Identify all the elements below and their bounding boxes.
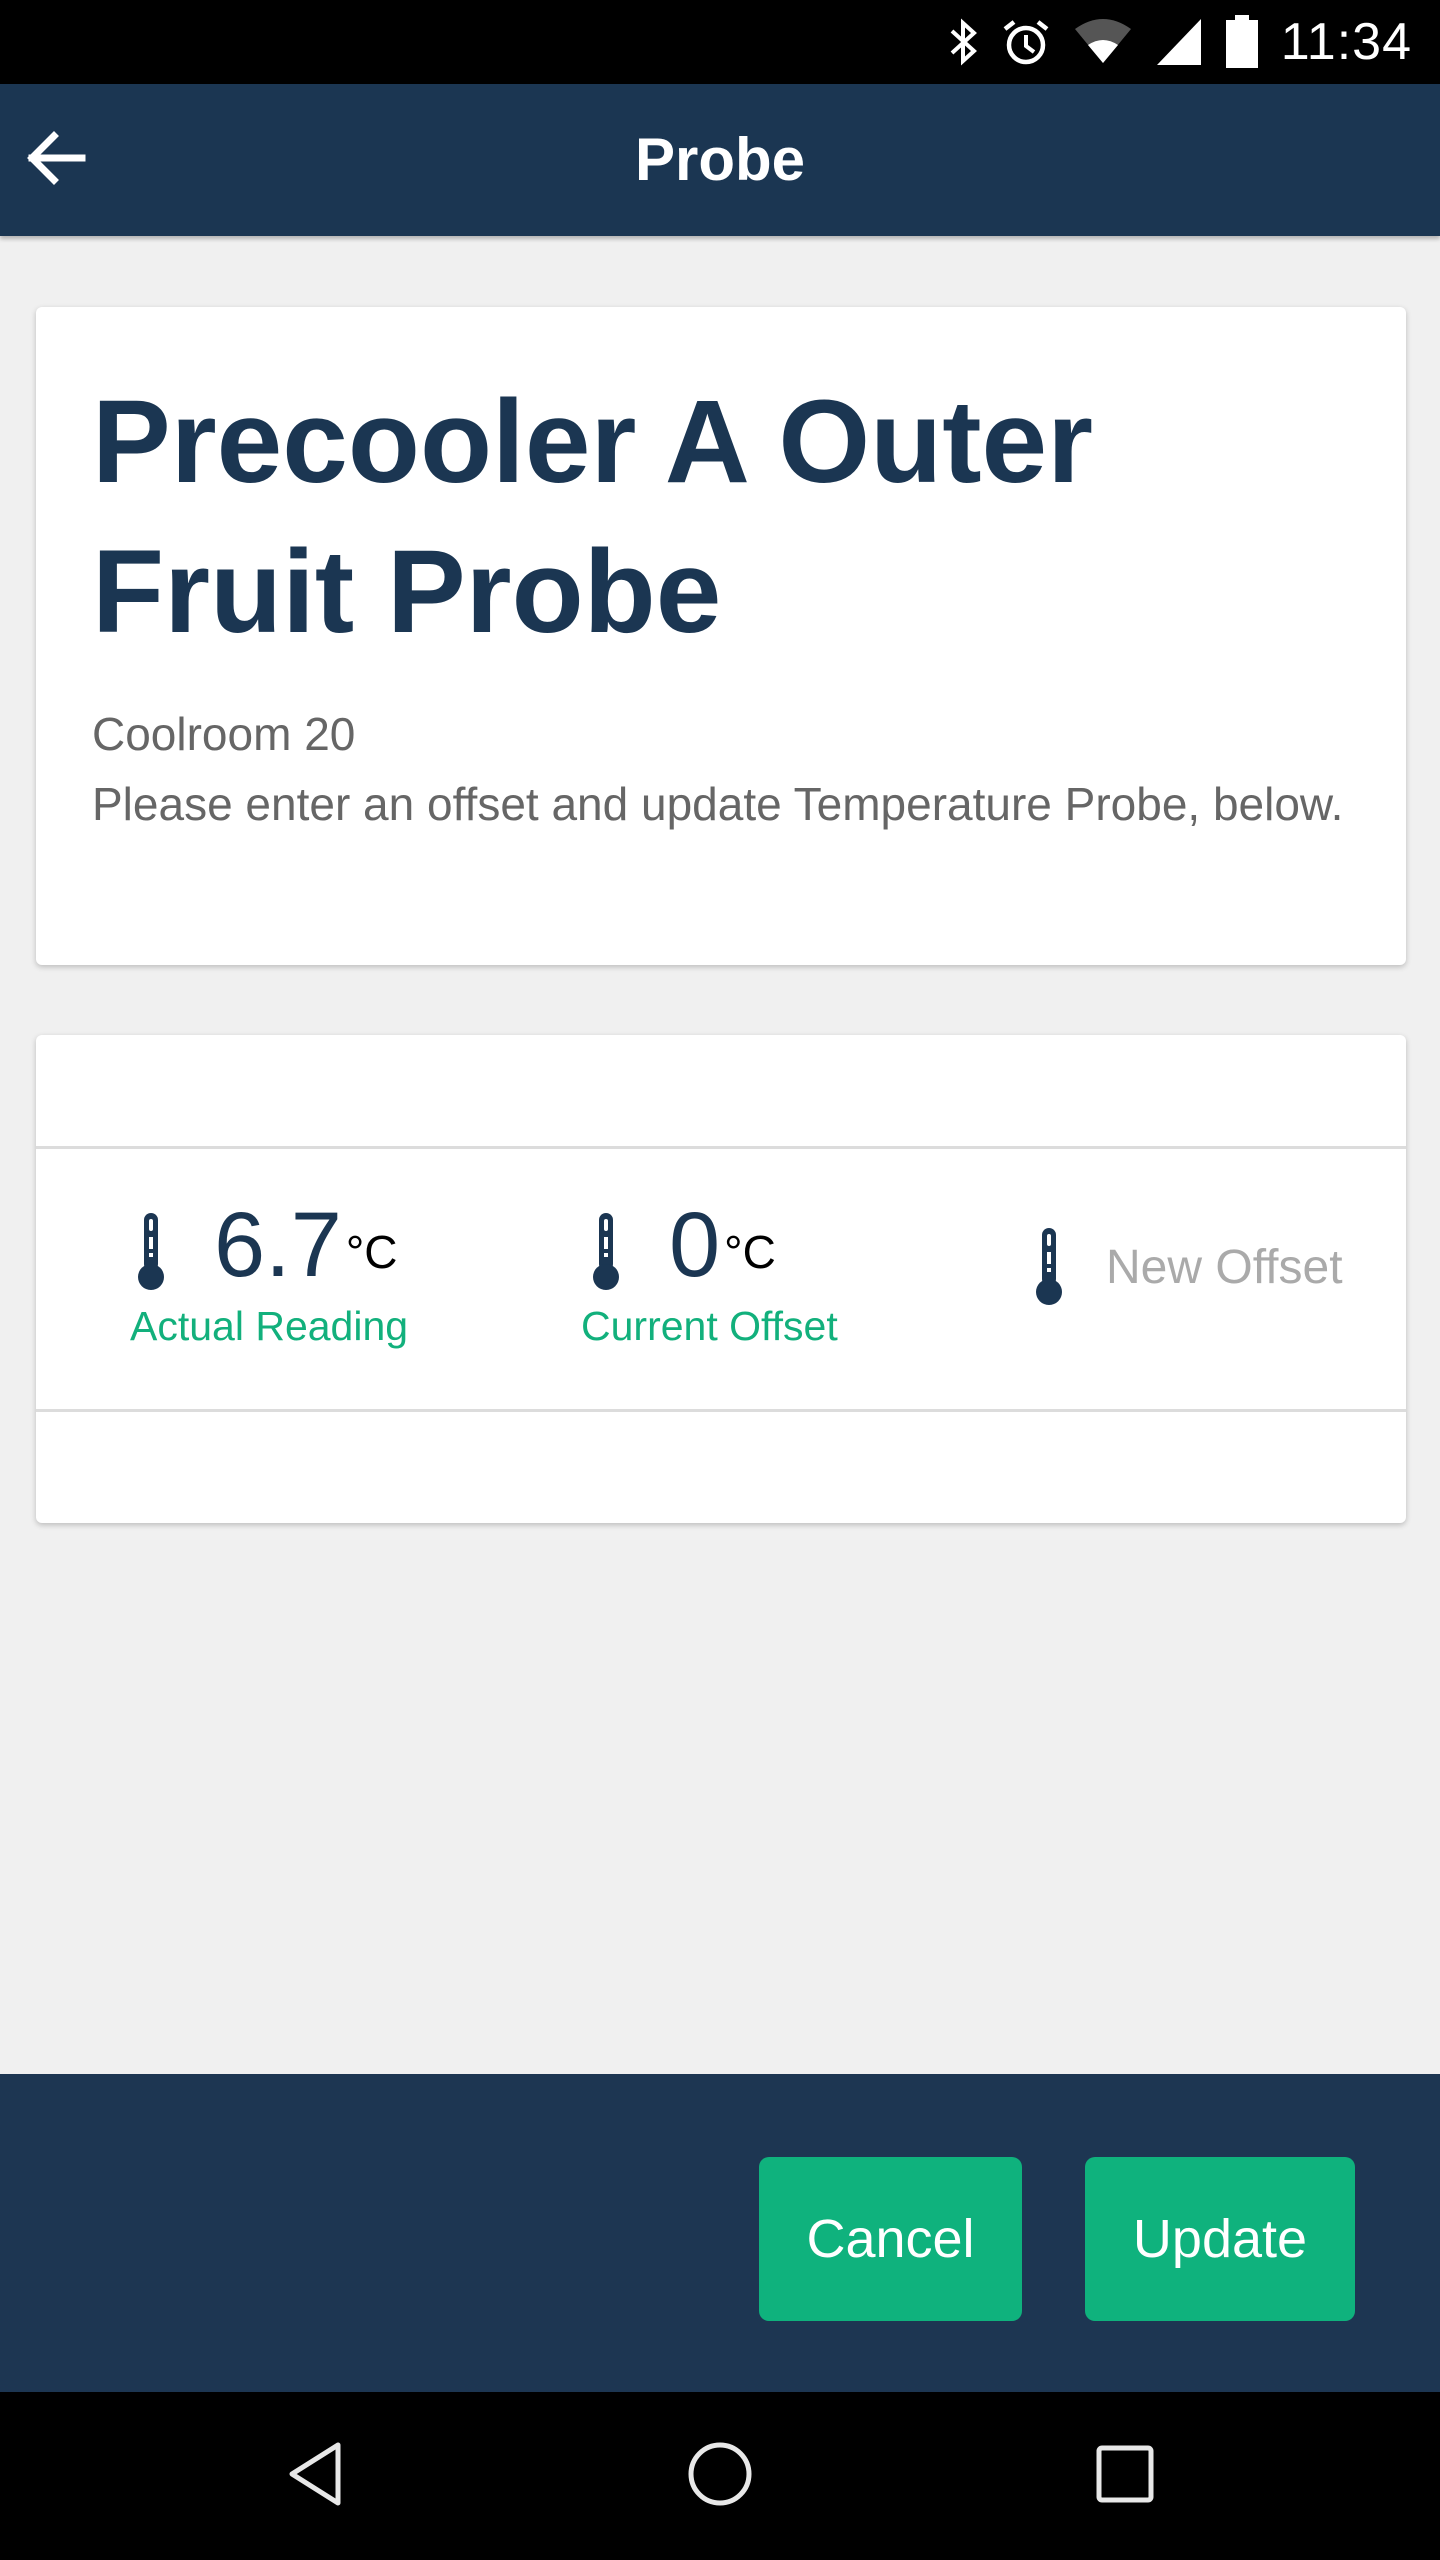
thermometer-icon [1032,1228,1066,1306]
update-button[interactable]: Update [1085,2157,1355,2321]
nav-back-button[interactable] [266,2426,366,2526]
nav-recents-button[interactable] [1075,2426,1175,2526]
wifi-icon [1073,17,1133,67]
readings-card: 6.7 °C Actual Reading 0 °C Current Offse… [36,1035,1406,1523]
current-offset-unit: °C [724,1226,776,1278]
thermometer-icon [589,1213,623,1291]
new-offset-input[interactable] [1106,1239,1366,1295]
status-time: 11:34 [1280,13,1412,71]
actual-reading-unit: °C [345,1226,398,1278]
cancel-button[interactable]: Cancel [759,2157,1022,2321]
probe-location: Coolroom 20 [92,708,356,760]
status-icons: 11:34 [949,0,1412,84]
probe-description: Coolroom 20 Please enter an offset and u… [92,699,1352,839]
card-header-section [36,1035,1406,1149]
cell-signal-icon [1155,17,1203,67]
nav-home-icon [687,2441,753,2512]
status-bar: 11:34 [0,0,1440,84]
current-offset-label: Current Offset [581,1303,838,1349]
bluetooth-icon [949,17,979,67]
thermometer-icon [134,1213,168,1291]
alarm-icon [1001,17,1051,67]
actual-reading: 6.7 °C Actual Reading [130,1194,408,1350]
current-offset: 0 °C Current Offset [581,1194,838,1350]
actual-reading-value: 6.7 [214,1194,342,1296]
actual-reading-label: Actual Reading [130,1303,409,1349]
nav-back-icon [286,2441,346,2512]
action-bar: Cancel Update [0,2074,1440,2392]
card-footer-section [36,1409,1406,1523]
battery-icon [1225,15,1259,69]
nav-home-button[interactable] [670,2426,770,2526]
new-offset-field[interactable] [1032,1228,1366,1306]
system-nav-bar [0,2392,1440,2560]
probe-name: Precooler A Outer Fruit Probe [92,376,1094,658]
current-offset-value: 0 [669,1194,721,1296]
page-title: Probe [634,126,806,193]
probe-info-card: Precooler A Outer Fruit Probe Coolroom 2… [36,307,1406,965]
nav-recents-icon [1095,2444,1155,2509]
app-bar: Probe [0,84,1440,236]
probe-instruction: Please enter an offset and update Temper… [92,778,1344,830]
